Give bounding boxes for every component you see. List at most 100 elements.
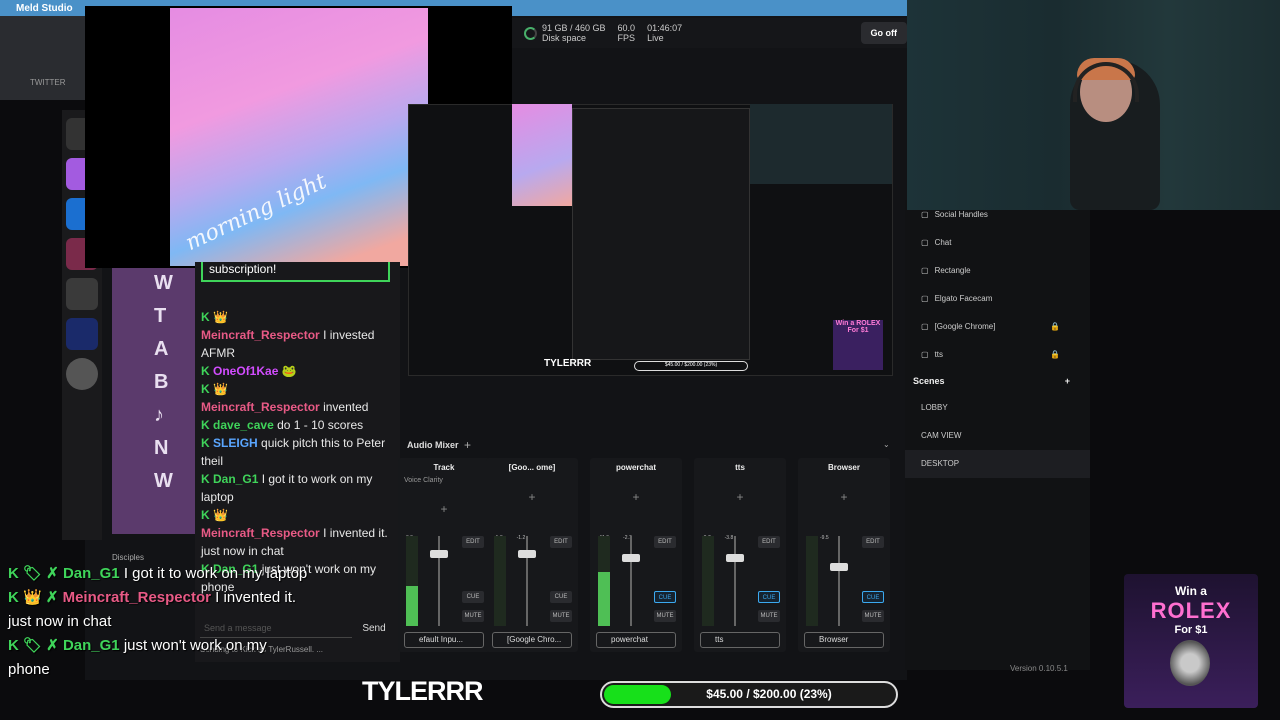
add-filter-icon[interactable]: +: [694, 490, 786, 504]
channel-name[interactable]: powerchat: [590, 458, 682, 472]
channel-name[interactable]: tts: [694, 458, 786, 472]
badge-icon: K 👑: [201, 382, 228, 396]
mixer-channel: tts+-8.7-3.8EDITCUEMUTEtts: [694, 458, 786, 652]
browser-tab[interactable]: TWITTER: [30, 78, 66, 87]
chat-username[interactable]: dave_cave: [213, 418, 274, 432]
edit-button[interactable]: EDIT: [862, 536, 884, 548]
edit-button[interactable]: EDIT: [758, 536, 780, 548]
add-icon[interactable]: +: [464, 438, 471, 452]
source-select[interactable]: powerchat: [596, 632, 676, 648]
disk-used: 91 GB / 460 GB: [542, 23, 606, 33]
panel-letter: N: [154, 437, 169, 459]
live-time: 01:46:07: [647, 23, 683, 33]
meter-fill: [598, 572, 610, 626]
streamer-name: TYLERRR: [362, 676, 483, 706]
preview-goal: $45.00 / $200.00 (23%): [634, 361, 748, 371]
chat-username[interactable]: OneOf1Kae: [213, 364, 278, 378]
fader-track: [734, 536, 736, 626]
badge-icon: K: [201, 472, 210, 486]
layer-item[interactable]: ▢ Rectangle: [905, 256, 1090, 284]
edit-button[interactable]: EDIT: [654, 536, 676, 548]
scene-item[interactable]: LOBBY: [905, 394, 1090, 422]
layer-label: tts: [934, 349, 944, 359]
disk-ring-icon: [524, 26, 537, 40]
channel-filter[interactable]: Voice Clarity: [398, 477, 490, 484]
mixer-channel: powerchat+-11.9-2.7EDITCUEMUTEpowerchat: [590, 458, 682, 652]
channel-name[interactable]: [Goo... ome]: [486, 458, 578, 472]
go-off-button[interactable]: Go off: [860, 22, 907, 44]
chat-text: invented: [323, 400, 369, 414]
fader-handle[interactable]: [830, 563, 848, 571]
level-meter: [494, 536, 506, 626]
panel-letter: ♪: [154, 404, 164, 426]
mute-button[interactable]: MUTE: [758, 610, 780, 622]
preview-rolex: Win a ROLEX For $1: [833, 320, 883, 370]
layer-item[interactable]: ▢ tts 🔒: [905, 340, 1090, 368]
cue-button[interactable]: CUE: [758, 591, 780, 603]
send-button[interactable]: Send: [356, 620, 392, 638]
window-icon: ▢: [921, 321, 929, 331]
chat-username[interactable]: Meincraft_Respector: [201, 400, 320, 414]
live-stat: 01:46:07 Live: [647, 23, 682, 43]
overlay-chat-message: K 🏷 ✗ Dan_G1 I got it to work on my lapt…: [8, 562, 308, 586]
chat-text: 🐸: [281, 364, 297, 378]
fps-value: 60.0: [617, 23, 636, 33]
fader-handle[interactable]: [622, 554, 640, 562]
scene-item[interactable]: DESKTOP: [905, 450, 1090, 478]
chat-username[interactable]: Dan_G1: [213, 472, 258, 486]
fps-stat: 60.0 FPS: [618, 23, 636, 43]
scene-item[interactable]: CAM VIEW: [905, 422, 1090, 450]
cue-button[interactable]: CUE: [550, 591, 572, 603]
layer-item[interactable]: ▢ Elgato Facecam: [905, 284, 1090, 312]
edit-button[interactable]: EDIT: [462, 536, 484, 548]
cue-button[interactable]: CUE: [654, 591, 676, 603]
live-status: Live: [647, 33, 664, 43]
panel-letter: T: [154, 305, 167, 327]
playlist-panel: W T A B ♪ N W: [112, 262, 200, 534]
app-name[interactable]: Meld Studio: [16, 3, 73, 14]
level-meter: [806, 536, 818, 626]
preview-album: [512, 104, 572, 206]
avatar[interactable]: [66, 358, 98, 390]
fader-handle[interactable]: [518, 549, 536, 558]
chevron-down-icon[interactable]: ⌄: [883, 440, 890, 449]
fader-handle[interactable]: [430, 549, 448, 558]
edit-button[interactable]: EDIT: [550, 536, 572, 548]
level-meter: [702, 536, 714, 626]
chat-username: Meincraft_Respector: [62, 589, 211, 606]
level-value: -3.8: [724, 535, 734, 541]
window-icon: ▢: [921, 349, 929, 359]
badge-icon: K 👑: [201, 310, 228, 324]
layer-item[interactable]: ▢ [Google Chrome] 🔒: [905, 312, 1090, 340]
add-filter-icon[interactable]: +: [590, 490, 682, 504]
add-scene-icon[interactable]: +: [1065, 376, 1070, 386]
cue-button[interactable]: CUE: [462, 591, 484, 603]
playlist-icon[interactable]: [66, 278, 98, 310]
source-select[interactable]: Browser: [804, 632, 884, 648]
lock-icon[interactable]: 🔒: [1050, 322, 1060, 331]
layer-item[interactable]: ▢ Chat: [905, 228, 1090, 256]
mute-button[interactable]: MUTE: [862, 610, 884, 622]
add-filter-icon[interactable]: +: [798, 490, 890, 504]
version-label: Version 0.10.5.1: [1010, 664, 1068, 673]
lock-icon[interactable]: 🔒: [1050, 350, 1060, 359]
add-filter-icon[interactable]: +: [486, 490, 578, 504]
chat-message: K 👑: [201, 380, 391, 398]
mute-button[interactable]: MUTE: [550, 610, 572, 622]
add-filter-icon[interactable]: +: [398, 502, 490, 516]
source-select[interactable]: [Google Chro...: [492, 632, 572, 648]
source-select[interactable]: efault Inpu...: [404, 632, 484, 648]
chat-username[interactable]: Meincraft_Respector: [201, 328, 320, 342]
cue-button[interactable]: CUE: [862, 591, 884, 603]
scenes-title: Scenes: [913, 376, 945, 386]
overlay-chat-message: K 🏷 ✗ Dan_G1 just won't work on my phone: [8, 634, 308, 682]
channel-name[interactable]: Browser: [798, 458, 890, 472]
mute-button[interactable]: MUTE: [462, 610, 484, 622]
source-select[interactable]: tts: [700, 632, 780, 648]
chat-username[interactable]: SLEIGH: [213, 436, 258, 450]
mute-button[interactable]: MUTE: [654, 610, 676, 622]
playlist-icon[interactable]: [66, 318, 98, 350]
channel-name[interactable]: Track: [398, 458, 490, 472]
fader-handle[interactable]: [726, 554, 744, 562]
chat-username[interactable]: Meincraft_Respector: [201, 526, 320, 540]
